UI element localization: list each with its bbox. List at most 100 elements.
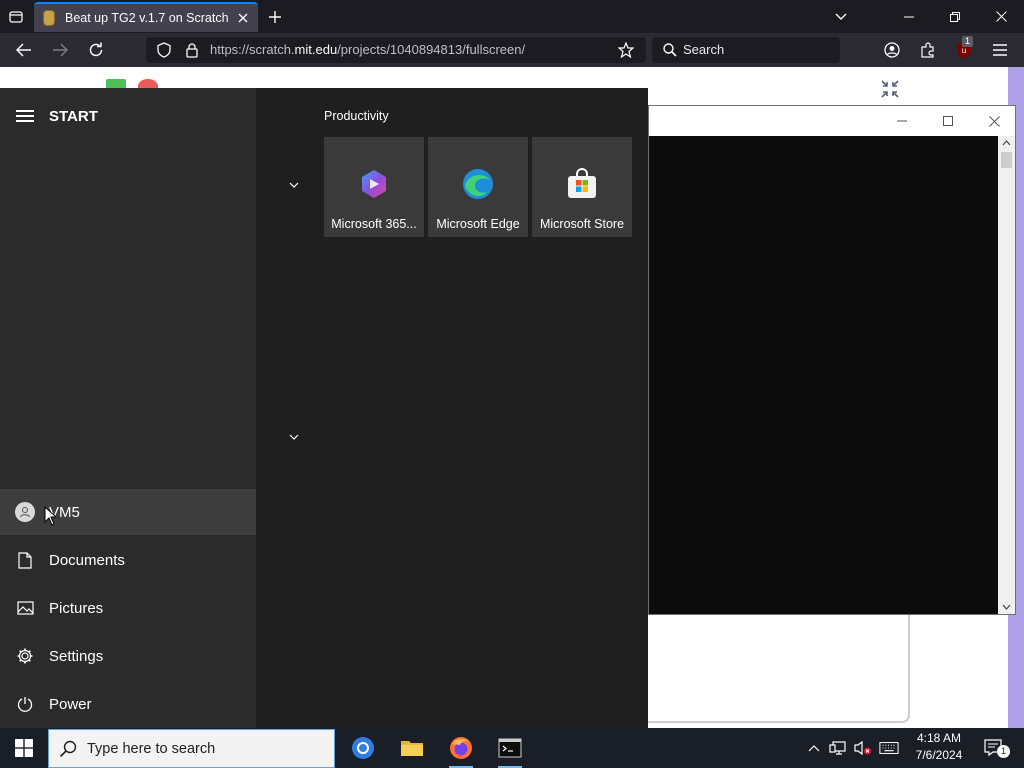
console-window[interactable] (648, 105, 1016, 615)
side-item-user[interactable]: VM5 (0, 489, 256, 535)
volume-muted-icon (854, 740, 871, 756)
side-item-label: Documents (49, 551, 125, 569)
store-icon (568, 168, 596, 198)
gear-icon (15, 646, 35, 666)
start-menu-sidebar: START VM5 Documents Pictures Settings Po… (0, 88, 256, 728)
arrow-right-icon (53, 43, 68, 57)
account-button[interactable] (880, 38, 904, 62)
tab-scratch-project[interactable]: Beat up TG2 v.1.7 on Scratch (34, 2, 258, 32)
tile-microsoft-365[interactable]: Microsoft 365... (324, 137, 424, 237)
collapse-group-button[interactable] (286, 429, 302, 445)
console-title-bar[interactable] (649, 106, 1015, 136)
taskbar-clock[interactable]: 4:18 AM 7/6/2024 (910, 730, 968, 764)
network-tray-button[interactable] (828, 738, 848, 758)
side-item-label: Settings (49, 647, 104, 665)
taskbar-app-chrome[interactable] (339, 728, 387, 768)
taskbar-search-placeholder: Type here to search (87, 740, 216, 757)
reload-icon (89, 42, 103, 57)
tile-microsoft-store[interactable]: Microsoft Store (532, 137, 632, 237)
tile-label: Microsoft Edge (436, 217, 520, 231)
url-bar[interactable]: https://scratch.mit.edu/projects/1040894… (146, 37, 646, 63)
scroll-down-arrow-icon (1002, 604, 1011, 610)
hamburger-menu-icon (993, 44, 1007, 56)
scratch-favicon-icon (43, 10, 55, 26)
lock-icon[interactable] (180, 38, 204, 62)
arrow-left-icon (16, 43, 31, 57)
reload-button[interactable] (84, 38, 108, 62)
notification-count-badge: 1 (997, 745, 1010, 758)
taskbar: Type here to search 4:18 AM 7/6/2024 1 (0, 728, 1024, 768)
show-hidden-icons-button[interactable] (804, 738, 824, 758)
tile-label: Microsoft Store (539, 217, 625, 231)
exit-fullscreen-button[interactable] (876, 75, 904, 103)
tab-list-button[interactable] (4, 5, 28, 29)
console-scroll-thumb[interactable] (1001, 152, 1012, 168)
extensions-button[interactable] (916, 38, 940, 62)
keyboard-icon (879, 742, 899, 754)
search-icon (658, 38, 682, 62)
search-bar[interactable]: Search (652, 37, 840, 63)
taskbar-app-firefox[interactable] (437, 728, 485, 768)
windows-start-button[interactable] (0, 728, 48, 768)
back-button[interactable] (12, 38, 36, 62)
firefox-icon (450, 737, 472, 759)
close-window-button[interactable] (978, 0, 1024, 33)
volume-tray-button[interactable] (853, 738, 873, 758)
console-minimize-button[interactable] (879, 106, 925, 136)
console-scrollbar[interactable] (998, 136, 1015, 614)
tab-close-button[interactable] (234, 9, 252, 27)
document-icon (15, 550, 35, 570)
microsoft-365-icon (362, 170, 386, 198)
bookmark-star-icon[interactable] (614, 38, 638, 62)
action-center-button[interactable]: 1 (980, 736, 1010, 760)
new-tab-button[interactable] (262, 4, 288, 30)
hamburger-menu-icon[interactable] (16, 110, 34, 122)
chevron-up-icon (808, 745, 820, 752)
plus-icon (269, 11, 281, 23)
chrome-icon (352, 737, 374, 759)
tile-microsoft-edge[interactable]: Microsoft Edge (428, 137, 528, 237)
side-item-pictures[interactable]: Pictures (0, 585, 256, 631)
browser-tab-bar: Beat up TG2 v.1.7 on Scratch (0, 0, 1024, 33)
svg-text:u: u (962, 46, 966, 55)
edge-icon (463, 169, 493, 199)
url-prefix: https://scratch. (210, 42, 295, 57)
start-menu: START VM5 Documents Pictures Settings Po… (0, 88, 648, 728)
taskbar-app-file-explorer[interactable] (388, 728, 436, 768)
minimize-window-button[interactable] (886, 0, 932, 33)
collapse-group-button[interactable] (286, 177, 302, 193)
search-placeholder: Search (683, 42, 725, 57)
taskbar-app-terminal[interactable] (486, 728, 534, 768)
console-maximize-button[interactable] (925, 106, 971, 136)
side-item-label: Power (49, 695, 92, 713)
restore-window-button[interactable] (932, 0, 978, 33)
list-all-tabs-button[interactable] (828, 4, 854, 30)
mouse-cursor-icon (44, 506, 56, 526)
tab-list-icon (9, 11, 23, 23)
pictures-icon (15, 598, 35, 618)
terminal-icon (498, 738, 522, 758)
url-path: /projects/1040894813/fullscreen/ (337, 42, 526, 57)
side-item-documents[interactable]: Documents (0, 537, 256, 583)
tab-title: Beat up TG2 v.1.7 on Scratch (65, 11, 229, 25)
tracking-protection-shield-icon[interactable] (152, 38, 176, 62)
search-icon (59, 740, 77, 757)
side-item-power[interactable]: Power (0, 681, 256, 727)
clock-date: 7/6/2024 (915, 748, 963, 762)
side-item-settings[interactable]: Settings (0, 633, 256, 679)
app-menu-button[interactable] (988, 38, 1012, 62)
chevron-down-icon (289, 434, 299, 440)
power-icon (15, 694, 35, 714)
stage-frame (640, 615, 910, 723)
console-close-button[interactable] (971, 106, 1017, 136)
start-menu-header[interactable]: START (0, 98, 256, 134)
url-domain: mit.edu (294, 42, 338, 57)
account-icon (884, 42, 900, 58)
url-text[interactable]: https://scratch.mit.edu/projects/1040894… (210, 42, 525, 57)
scroll-up-arrow-icon (1002, 140, 1011, 146)
forward-button[interactable] (48, 38, 72, 62)
network-icon (829, 741, 846, 755)
taskbar-search-box[interactable]: Type here to search (48, 729, 335, 768)
touch-keyboard-button[interactable] (879, 738, 899, 758)
close-icon (988, 115, 1000, 127)
